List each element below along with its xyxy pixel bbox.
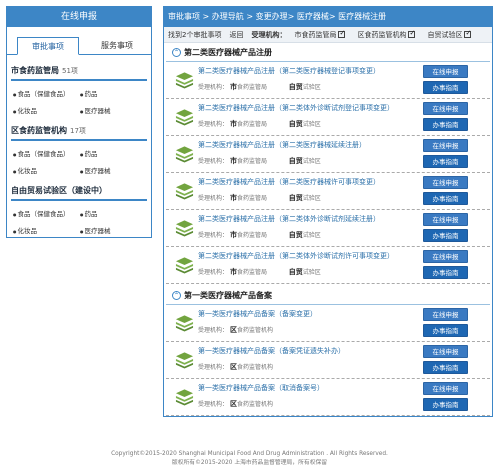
service-title[interactable]: 第一类医疗器械产品备案（备案变更） [198, 309, 317, 319]
chevron-up-icon[interactable]: ⌃ [172, 48, 181, 57]
service-org-line: 受理机构： 市食药监管局 自贸试验区 [198, 268, 321, 276]
service-title[interactable]: 第二类医疗器械产品注册（第二类体外诊断试剂延续注册） [198, 214, 380, 224]
footer: Copyright©2015-2020 Shanghai Municipal F… [0, 450, 499, 468]
section-header[interactable]: ⌃ 第二类医疗器械产品注册 [166, 47, 490, 62]
service-org-line: 受理机构： 市食药监管局 自贸试验区 [198, 231, 321, 239]
service-guide-button[interactable]: 办事指南 [423, 155, 468, 168]
left-panel-title: 在线申报 [7, 7, 151, 27]
stack-icon [175, 220, 194, 237]
category-drug[interactable]: 药品 [80, 148, 147, 158]
filter-district-checkbox[interactable] [408, 29, 416, 38]
service-title[interactable]: 第二类医疗器械产品注册（第二类体外诊断试剂登记事项变更） [198, 103, 394, 113]
group-title[interactable]: 市食药监管局 51项 [11, 65, 147, 81]
stack-icon [175, 352, 194, 369]
service-org-line: 受理机构： 区食药监管机构 [198, 326, 273, 334]
category-device[interactable]: 医疗器械 [80, 105, 147, 115]
online-apply-button[interactable]: 在线申报 [423, 139, 468, 152]
copyright-cn: 版权所有©2015-2020 上海市药品监督管理局，所有权保留 [171, 460, 328, 466]
category-drug[interactable]: 药品 [80, 208, 147, 218]
service-item-row: 第一类医疗器械产品备案（取消备案号） 受理机构： 区食药监管机构 在线申报 办事… [166, 379, 490, 416]
group-title[interactable]: 区食药监管机构 17项 [11, 125, 147, 141]
filter-ftz-checkbox[interactable] [464, 29, 472, 38]
service-title[interactable]: 第一类医疗器械产品备案（取消备案号） [198, 383, 324, 393]
service-item-row: 第一类医疗器械产品备案（备案变更） 受理机构： 区食药监管机构 在线申报 办事指… [166, 305, 490, 342]
service-guide-button[interactable]: 办事指南 [423, 81, 468, 94]
service-org-line: 受理机构： 市食药监管局 自贸试验区 [198, 83, 321, 91]
service-org-line: 受理机构： 市食药监管局 自贸试验区 [198, 120, 321, 128]
category-device[interactable]: 医疗器械 [80, 225, 147, 235]
service-title[interactable]: 第二类医疗器械产品注册（第二类体外诊断试剂许可事项变更） [198, 251, 394, 261]
category-cosmetic[interactable]: 化妆品 [13, 165, 80, 175]
group-district: 区食药监管机构17项 食品（保健食品） 药品 化妆品 医疗器械 [11, 125, 147, 175]
online-apply-button[interactable]: 在线申报 [423, 308, 468, 321]
category-food[interactable]: 食品（保健食品） [13, 208, 80, 218]
service-title[interactable]: 第一类医疗器械产品备案（备案凭证遗失补办） [198, 346, 345, 356]
org-filter-label: 受理机构： [251, 30, 287, 39]
service-org-line: 受理机构： 市食药监管局 自贸试验区 [198, 157, 321, 165]
service-title[interactable]: 第二类医疗器械产品注册（第二类医疗器械许可事项变更） [198, 177, 380, 187]
group-city: 市食药监管局51项 食品（保健食品） 药品 化妆品 医疗器械 [11, 65, 147, 115]
online-apply-button[interactable]: 在线申报 [423, 213, 468, 226]
filter-city-label: 市食药监管局 [294, 30, 337, 39]
stack-icon [175, 183, 194, 200]
service-item-row: 第二类医疗器械产品注册（第二类医疗器械延续注册） 受理机构： 市食药监管局 自贸… [166, 136, 490, 173]
service-item-row: 第二类医疗器械产品注册（第二类医疗器械登记事项变更） 受理机构： 市食药监管局 … [166, 62, 490, 99]
category-cosmetic[interactable]: 化妆品 [13, 105, 80, 115]
stack-icon [175, 389, 194, 406]
service-item-row: 第二类医疗器械产品注册（第二类体外诊断试剂登记事项变更） 受理机构： 市食药监管… [166, 99, 490, 136]
group-free-trade: 自由贸易试验区（建设中） 食品（保健食品） 药品 化妆品 医疗器械 [11, 185, 147, 235]
chevron-up-icon[interactable]: ⌃ [172, 291, 181, 300]
online-apply-button[interactable]: 在线申报 [423, 176, 468, 189]
group-title[interactable]: 自由贸易试验区（建设中） [11, 185, 147, 201]
service-guide-button[interactable]: 办事指南 [423, 398, 468, 411]
online-apply-button[interactable]: 在线申报 [423, 345, 468, 358]
copyright-en: Copyright©2015-2020 Shanghai Municipal F… [111, 451, 388, 457]
section-header[interactable]: ⌃ 第一类医疗器械产品备案 [166, 290, 490, 305]
filter-city-checkbox[interactable] [338, 29, 346, 38]
back-link[interactable]: 返回 [229, 30, 243, 40]
service-guide-button[interactable]: 办事指南 [423, 192, 468, 205]
service-guide-button[interactable]: 办事指南 [423, 266, 468, 279]
service-guide-button[interactable]: 办事指南 [423, 229, 468, 242]
filter-district-label: 区食药监管机构 [357, 30, 407, 39]
right-panel: 审批事项 > 办理导航 > 变更办理> 医疗器械> 医疗器械注册 找到2个审批事… [163, 6, 493, 417]
stack-icon [175, 109, 194, 126]
stack-icon [175, 315, 194, 332]
online-apply-button[interactable]: 在线申报 [423, 250, 468, 263]
online-apply-button[interactable]: 在线申报 [423, 102, 468, 115]
filter-ftz-label: 自贸试验区 [427, 30, 463, 39]
service-item-row: 第二类医疗器械产品注册（第二类体外诊断试剂延续注册） 受理机构： 市食药监管局 … [166, 210, 490, 247]
service-org-line: 受理机构： 市食药监管局 自贸试验区 [198, 194, 321, 202]
service-guide-button[interactable]: 办事指南 [423, 118, 468, 131]
section-class2: ⌃ 第二类医疗器械产品注册 第二类医疗器械产品注册（第二类医疗器械登记事项变更） … [166, 47, 490, 284]
tab-approval[interactable]: 审批事项 [17, 37, 79, 55]
filter-toolbar: 找到2个审批事项 返回 受理机构： 市食药监管局 区食药监管机构 自贸试验区 [164, 27, 492, 43]
category-cosmetic[interactable]: 化妆品 [13, 225, 80, 235]
left-tabs: 审批事项 服务事项 [7, 33, 151, 55]
category-device[interactable]: 医疗器械 [80, 165, 147, 175]
online-apply-button[interactable]: 在线申报 [423, 382, 468, 395]
service-guide-button[interactable]: 办事指南 [423, 361, 468, 374]
result-count: 找到2个审批事项 [168, 30, 222, 39]
service-item-row: 第二类医疗器械产品注册（第二类体外诊断试剂许可事项变更） 受理机构： 市食药监管… [166, 247, 490, 284]
stack-icon [175, 257, 194, 274]
service-title[interactable]: 第二类医疗器械产品注册（第二类医疗器械延续注册） [198, 140, 366, 150]
service-title[interactable]: 第二类医疗器械产品注册（第二类医疗器械登记事项变更） [198, 66, 380, 76]
left-panel: 在线申报 审批事项 服务事项 市食药监管局51项 食品（保健食品） 药品 化妆品… [6, 6, 152, 238]
stack-icon [175, 72, 194, 89]
breadcrumb: 审批事项 > 办理导航 > 变更办理> 医疗器械> 医疗器械注册 [164, 7, 492, 27]
category-food[interactable]: 食品（保健食品） [13, 88, 80, 98]
service-guide-button[interactable]: 办事指南 [423, 324, 468, 337]
service-org-line: 受理机构： 区食药监管机构 [198, 363, 273, 371]
tab-service[interactable]: 服务事项 [89, 37, 145, 55]
stack-icon [175, 146, 194, 163]
service-item-row: 第二类医疗器械产品注册（第二类医疗器械许可事项变更） 受理机构： 市食药监管局 … [166, 173, 490, 210]
service-org-line: 受理机构： 区食药监管机构 [198, 400, 273, 408]
category-food[interactable]: 食品（保健食品） [13, 148, 80, 158]
section-class1: ⌃ 第一类医疗器械产品备案 第一类医疗器械产品备案（备案变更） 受理机构： 区食药… [166, 290, 490, 416]
online-apply-button[interactable]: 在线申报 [423, 65, 468, 78]
service-item-row: 第一类医疗器械产品备案（备案凭证遗失补办） 受理机构： 区食药监管机构 在线申报… [166, 342, 490, 379]
category-drug[interactable]: 药品 [80, 88, 147, 98]
